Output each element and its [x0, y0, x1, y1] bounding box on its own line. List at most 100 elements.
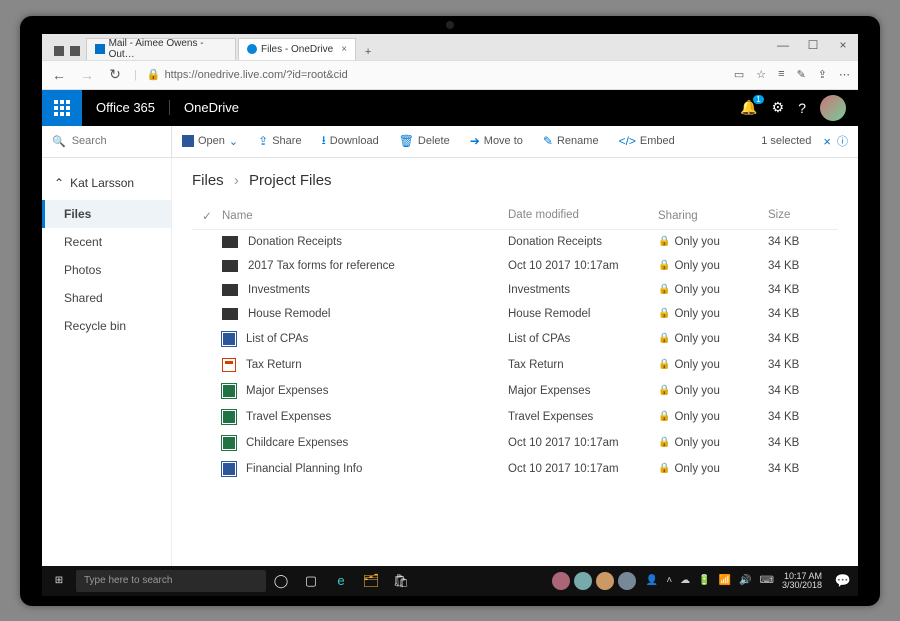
edge-icon[interactable]: e [326, 573, 356, 588]
col-size[interactable]: Size [768, 209, 838, 223]
clear-selection-button[interactable]: × [817, 134, 837, 149]
word-icon [222, 462, 236, 476]
select-all-checkbox[interactable]: ✓ [192, 209, 222, 223]
nav-files[interactable]: Files [42, 200, 171, 228]
file-row[interactable]: Childcare ExpensesOct 10 2017 10:17am🔒On… [192, 430, 838, 456]
file-row[interactable]: Travel ExpensesTravel Expenses🔒Only you3… [192, 404, 838, 430]
move-button[interactable]: ➔Move to [460, 134, 533, 148]
battery-icon[interactable]: 🔋 [698, 575, 710, 586]
browser-tab-onedrive[interactable]: Files - OneDrive × [238, 38, 356, 60]
taskbar-avatar[interactable] [618, 572, 636, 590]
maximize-button[interactable]: ☐ [798, 34, 828, 56]
share-button[interactable]: ⇪Share [248, 134, 311, 148]
file-modified: Travel Expenses [508, 411, 658, 423]
move-icon: ➔ [470, 134, 480, 148]
file-row[interactable]: House RemodelHouse Remodel🔒Only you34 KB [192, 302, 838, 326]
search-box[interactable]: 🔍 [42, 126, 172, 157]
search-input[interactable] [72, 135, 162, 147]
url-field[interactable]: 🔒 https://onedrive.live.com/?id=root&cid [147, 68, 724, 81]
minimize-button[interactable]: — [768, 34, 798, 56]
file-row[interactable]: Tax ReturnTax Return🔒Only you34 KB [192, 352, 838, 378]
share-icon: ⇪ [258, 134, 268, 148]
app-launcher-button[interactable] [42, 90, 82, 126]
share-icon[interactable]: ⇪ [818, 68, 827, 81]
settings-button[interactable]: ⚙ [772, 99, 785, 116]
onedrive-tray-icon[interactable]: ☁ [680, 575, 690, 586]
file-size: 34 KB [768, 284, 838, 296]
file-size: 34 KB [768, 411, 838, 423]
col-sharing[interactable]: Sharing [658, 209, 768, 223]
file-size: 34 KB [768, 359, 838, 371]
notes-icon[interactable]: ✎ [797, 68, 806, 81]
help-button[interactable]: ? [798, 100, 806, 116]
file-row[interactable]: 2017 Tax forms for referenceOct 10 2017 … [192, 254, 838, 278]
lock-icon: 🔒 [658, 437, 670, 448]
wifi-icon[interactable]: 📶 [719, 575, 731, 586]
tray-chevron-icon[interactable]: ˄ [666, 575, 672, 586]
suite-app-name[interactable]: OneDrive [170, 100, 253, 115]
breadcrumb-root[interactable]: Files [192, 172, 224, 189]
forward-button[interactable]: → [78, 67, 96, 83]
window-tile-icon[interactable] [54, 46, 64, 56]
explorer-icon[interactable]: 🗂 [356, 573, 386, 589]
system-clock[interactable]: 10:17 AM 3/30/2018 [782, 572, 828, 590]
action-center-icon[interactable]: 💬 [828, 573, 858, 589]
window-tile-icon[interactable] [70, 46, 80, 56]
new-tab-button[interactable]: + [358, 46, 378, 60]
nav-photos[interactable]: Photos [42, 256, 171, 284]
people-icon[interactable]: 👤 [646, 575, 658, 586]
task-view-icon[interactable]: ▢ [296, 573, 326, 589]
store-icon[interactable]: 🛍 [386, 573, 416, 589]
file-modified: Oct 10 2017 10:17am [508, 463, 658, 475]
chevron-right-icon: › [234, 172, 239, 189]
file-row[interactable]: Donation ReceiptsDonation Receipts🔒Only … [192, 230, 838, 254]
notifications-button[interactable]: 🔔1 [740, 99, 757, 116]
delete-button[interactable]: 🗑Delete [389, 134, 460, 148]
file-name: Donation Receipts [248, 236, 342, 248]
rename-button[interactable]: ✎Rename [533, 134, 609, 148]
col-name[interactable]: Name [222, 209, 508, 223]
file-row[interactable]: List of CPAsList of CPAs🔒Only you34 KB [192, 326, 838, 352]
close-tab-icon[interactable]: × [341, 44, 347, 55]
close-window-button[interactable]: × [828, 34, 858, 56]
refresh-button[interactable]: ↻ [106, 66, 124, 83]
file-name: Travel Expenses [246, 411, 331, 423]
nav-shared[interactable]: Shared [42, 284, 171, 312]
hub-icon[interactable]: ≡ [778, 68, 784, 81]
details-pane-button[interactable]: ⓘ [837, 133, 858, 149]
browser-tab-mail[interactable]: Mail - Aimee Owens - Out… [86, 38, 236, 60]
folder-icon [222, 284, 238, 296]
download-button[interactable]: ⭳Download [312, 131, 389, 152]
file-size: 34 KB [768, 308, 838, 320]
input-icon[interactable]: ⌨ [760, 575, 774, 586]
file-row[interactable]: Major ExpensesMajor Expenses🔒Only you34 … [192, 378, 838, 404]
col-modified[interactable]: Date modified [508, 209, 658, 223]
embed-icon: </> [619, 134, 636, 148]
taskbar-avatar[interactable] [574, 572, 592, 590]
back-button[interactable]: ← [50, 67, 68, 83]
notification-badge: 1 [753, 95, 763, 104]
volume-icon[interactable]: 🔊 [739, 575, 751, 586]
cortana-icon[interactable]: ◯ [266, 573, 296, 589]
taskbar-avatar[interactable] [596, 572, 614, 590]
file-sharing: Only you [674, 260, 719, 272]
user-avatar[interactable] [820, 95, 846, 121]
file-row[interactable]: Financial Planning InfoOct 10 2017 10:17… [192, 456, 838, 482]
file-modified: Oct 10 2017 10:17am [508, 260, 658, 272]
taskbar-search-placeholder: Type here to search [84, 575, 172, 586]
taskbar-avatar[interactable] [552, 572, 570, 590]
nav-recent[interactable]: Recent [42, 228, 171, 256]
taskbar-search[interactable]: Type here to search [76, 570, 266, 592]
open-button[interactable]: Open⌄ [172, 135, 248, 148]
profile-toggle[interactable]: ⌃ Kat Larsson [42, 172, 171, 200]
file-row[interactable]: InvestmentsInvestments🔒Only you34 KB [192, 278, 838, 302]
favorite-icon[interactable]: ☆ [756, 68, 766, 81]
suite-brand[interactable]: Office 365 [82, 100, 170, 115]
mail-favicon-icon [95, 44, 105, 54]
embed-button[interactable]: </>Embed [609, 134, 685, 148]
start-button[interactable]: ⊞ [42, 575, 76, 586]
nav-recycle-bin[interactable]: Recycle bin [42, 312, 171, 340]
tab-title: Files - OneDrive [261, 44, 333, 55]
more-icon[interactable]: ⋯ [839, 68, 850, 81]
reading-view-icon[interactable]: ▭ [734, 68, 744, 81]
